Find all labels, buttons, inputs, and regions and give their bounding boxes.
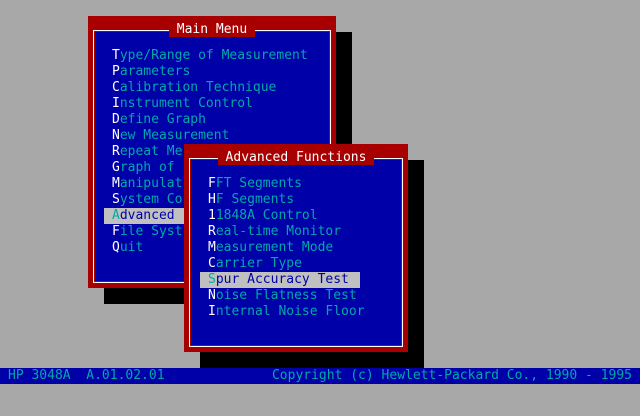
main-menu-item-label: uit	[119, 240, 144, 255]
advanced-menu-item-real-time-monitor[interactable]: Real-time Monitor	[208, 224, 341, 240]
main-menu-item-label: ystem Co	[119, 192, 183, 207]
main-menu-item-label: ile Syst	[119, 224, 183, 239]
main-menu-item-new-measurement[interactable]: New Measurement	[112, 128, 229, 144]
advanced-menu-item-11848a-control[interactable]: 11848A Control	[208, 208, 318, 224]
main-menu-item-label: anipulat	[119, 176, 183, 191]
advanced-menu-hotkey: I	[208, 304, 216, 319]
advanced-menu-item-label: easurement Mode	[215, 240, 334, 255]
advanced-menu-item-label: FT Segments	[215, 176, 302, 191]
main-menu-item-graph-of[interactable]: Graph of	[112, 160, 175, 176]
product-version: HP 3048A A.01.02.01	[8, 368, 165, 383]
advanced-menu-body: FFT Segments HF Segments 11848A Control Rea…	[191, 160, 401, 345]
main-menu-item-system-co[interactable]: System Co	[112, 192, 182, 208]
advanced-menu-titlebar: Advanced Functions	[184, 144, 408, 165]
main-menu-item-label: ype/Range of Measurement	[119, 48, 308, 63]
advanced-menu-hotkey: F	[208, 176, 216, 191]
main-menu-item-calibration-technique[interactable]: Calibration Technique	[112, 80, 276, 96]
main-menu-hotkey: M	[112, 176, 120, 191]
main-menu-hotkey: F	[112, 224, 120, 239]
main-menu-item-label: ew Measurement	[119, 128, 230, 143]
main-menu-item-instrument-control[interactable]: Instrument Control	[112, 96, 253, 112]
main-menu-item-manipulat[interactable]: Manipulat	[112, 176, 182, 192]
advanced-menu-hotkey: H	[208, 192, 216, 207]
main-menu-item-label: efine Graph	[119, 112, 206, 127]
main-menu-hotkey: Q	[112, 240, 120, 255]
advanced-menu-item-label: eal-time Monitor	[215, 224, 342, 239]
main-menu-hotkey: A	[112, 208, 120, 223]
main-menu-hotkey: I	[112, 96, 120, 111]
advanced-menu-hotkey: C	[208, 256, 216, 271]
advanced-menu-item-carrier-type[interactable]: Carrier Type	[208, 256, 302, 272]
main-menu-item-label: dvanced	[119, 208, 175, 223]
main-menu-item-define-graph[interactable]: Define Graph	[112, 112, 206, 128]
main-menu-item-label: arameters	[119, 64, 191, 79]
advanced-menu-hotkey: S	[208, 272, 216, 287]
main-menu-titlebar: Main Menu	[88, 16, 336, 37]
main-menu-item-quit[interactable]: Quit	[112, 240, 143, 256]
main-menu-title: Main Menu	[168, 22, 256, 37]
advanced-menu-hotkey: R	[208, 224, 216, 239]
advanced-menu-item-label: F Segments	[215, 192, 295, 207]
advanced-menu-item-measurement-mode[interactable]: Measurement Mode	[208, 240, 333, 256]
advanced-menu-hotkey: N	[208, 288, 216, 303]
copyright-notice: Copyright (c) Hewlett-Packard Co., 1990 …	[271, 368, 632, 383]
main-menu-item-label: raph of	[119, 160, 175, 175]
advanced-menu-window: FFT Segments HF Segments 11848A Control Rea…	[184, 144, 408, 352]
main-menu-hotkey: D	[112, 112, 120, 127]
advanced-menu-item-label: arrier Type	[215, 256, 302, 271]
main-menu-item-label: epeat Me	[119, 144, 183, 159]
main-menu-item-parameters[interactable]: Parameters	[112, 64, 190, 80]
advanced-menu-item-label: nternal Noise Floor	[215, 304, 365, 319]
advanced-menu-item-hf-segments[interactable]: HF Segments	[208, 192, 294, 208]
main-menu-hotkey: G	[112, 160, 120, 175]
main-menu-hotkey: T	[112, 48, 120, 63]
main-menu-item-type-range-of-measurement[interactable]: Type/Range of Measurement	[112, 48, 308, 64]
main-menu-hotkey: C	[112, 80, 120, 95]
main-menu-item-advanced[interactable]: Advanced	[104, 208, 184, 224]
advanced-menu-item-noise-flatness-test[interactable]: Noise Flatness Test	[208, 288, 357, 304]
main-menu-item-file-syst[interactable]: File Syst	[112, 224, 182, 240]
main-menu-item-repeat-me[interactable]: Repeat Me	[112, 144, 182, 160]
advanced-menu-item-spur-accuracy-test[interactable]: Spur Accuracy Test	[200, 272, 360, 288]
advanced-menu-item-label: 1848A Control	[215, 208, 318, 223]
main-menu-hotkey: P	[112, 64, 120, 79]
advanced-menu-item-fft-segments[interactable]: FFT Segments	[208, 176, 302, 192]
advanced-menu-title: Advanced Functions	[217, 150, 375, 165]
advanced-menu-item-label: pur Accuracy Test	[215, 272, 349, 287]
advanced-menu-hotkey: M	[208, 240, 216, 255]
main-menu-hotkey: R	[112, 144, 120, 159]
main-menu-item-label: nstrument Control	[119, 96, 253, 111]
advanced-menu-item-label: oise Flatness Test	[215, 288, 357, 303]
main-menu-hotkey: S	[112, 192, 120, 207]
main-menu-item-label: alibration Technique	[119, 80, 277, 95]
main-menu-hotkey: N	[112, 128, 120, 143]
advanced-menu-hotkey: 1	[208, 208, 216, 223]
advanced-menu-item-internal-noise-floor[interactable]: Internal Noise Floor	[208, 304, 365, 320]
status-bar: HP 3048A A.01.02.01 Copyright (c) Hewlet…	[0, 368, 640, 384]
